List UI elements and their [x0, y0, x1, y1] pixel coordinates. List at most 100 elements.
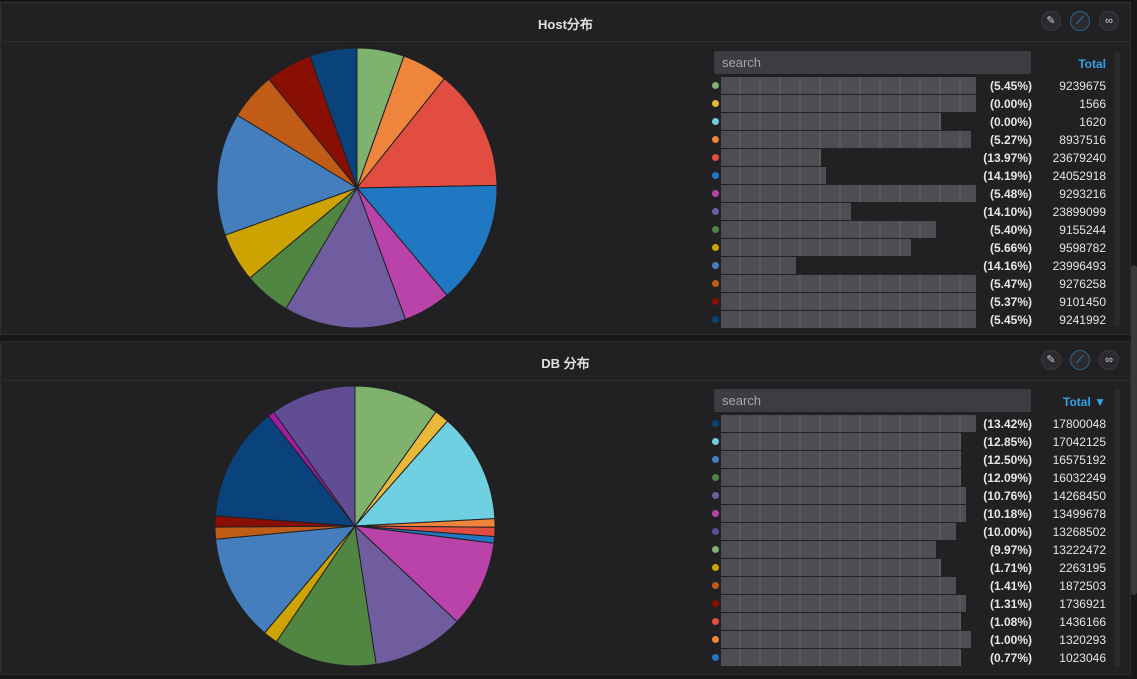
- legend-scrollbar[interactable]: [1114, 389, 1120, 667]
- series-percent: (1.41%): [989, 579, 1032, 593]
- legend-item[interactable]: (5.40%) 9155244: [707, 221, 1112, 239]
- legend-item[interactable]: (13.42%) 17800048: [707, 415, 1112, 433]
- series-total: 16032249: [1052, 471, 1106, 485]
- legend-item[interactable]: (14.19%) 24052918: [707, 167, 1112, 185]
- series-color-swatch[interactable]: [712, 298, 719, 305]
- legend-item[interactable]: (5.45%) 9239675: [707, 77, 1112, 95]
- legend-item[interactable]: (0.77%) 1023046: [707, 649, 1112, 667]
- series-percent: (5.66%): [989, 241, 1032, 255]
- series-percent: (5.48%): [989, 187, 1032, 201]
- series-color-swatch[interactable]: [712, 456, 719, 463]
- legend-item[interactable]: (5.47%) 9276258: [707, 275, 1112, 293]
- series-color-swatch[interactable]: [712, 492, 719, 499]
- legend-item[interactable]: (1.00%) 1320293: [707, 631, 1112, 649]
- legend-scrollbar[interactable]: [1114, 51, 1120, 327]
- redacted-series-name: [721, 613, 961, 630]
- series-total: 9101450: [1059, 295, 1106, 309]
- redacted-series-name: [721, 505, 966, 522]
- total-column-header[interactable]: Total: [1078, 57, 1106, 71]
- legend-item[interactable]: (0.00%) 1620: [707, 113, 1112, 131]
- legend-item[interactable]: (14.10%) 23899099: [707, 203, 1112, 221]
- series-color-swatch[interactable]: [712, 280, 719, 287]
- legend-item[interactable]: (13.97%) 23679240: [707, 149, 1112, 167]
- series-color-swatch[interactable]: [712, 154, 719, 161]
- series-total: 1566: [1079, 97, 1106, 111]
- series-percent: (1.00%): [989, 633, 1032, 647]
- page-scrollbar[interactable]: [1131, 265, 1137, 595]
- legend-item[interactable]: (5.27%) 8937516: [707, 131, 1112, 149]
- series-total: 16575192: [1052, 453, 1106, 467]
- series-color-swatch[interactable]: [712, 208, 719, 215]
- search-input[interactable]: [714, 389, 1031, 412]
- series-color-swatch[interactable]: [712, 262, 719, 269]
- legend-item[interactable]: (10.00%) 13268502: [707, 523, 1112, 541]
- series-total: 17800048: [1052, 417, 1106, 431]
- total-column-header[interactable]: Total ▼: [1063, 395, 1106, 409]
- search-input[interactable]: [714, 51, 1031, 74]
- legend-item[interactable]: (1.71%) 2263195: [707, 559, 1112, 577]
- legend-item[interactable]: (9.97%) 13222472: [707, 541, 1112, 559]
- series-total: 1320293: [1059, 633, 1106, 647]
- series-color-swatch[interactable]: [712, 316, 719, 323]
- legend-item[interactable]: (1.08%) 1436166: [707, 613, 1112, 631]
- series-percent: (0.00%): [989, 97, 1032, 111]
- series-color-swatch[interactable]: [712, 528, 719, 535]
- legend-item[interactable]: (1.31%) 1736921: [707, 595, 1112, 613]
- series-percent: (5.45%): [989, 313, 1032, 327]
- legend-item[interactable]: (1.41%) 1872503: [707, 577, 1112, 595]
- series-percent: (5.47%): [989, 277, 1032, 291]
- legend-item[interactable]: (14.16%) 23996493: [707, 257, 1112, 275]
- chart-icon[interactable]: ⟋: [1070, 11, 1090, 31]
- legend-item[interactable]: (5.37%) 9101450: [707, 293, 1112, 311]
- redacted-series-name: [721, 577, 956, 594]
- series-color-swatch[interactable]: [712, 474, 719, 481]
- series-color-swatch[interactable]: [712, 600, 719, 607]
- legend-item[interactable]: (12.09%) 16032249: [707, 469, 1112, 487]
- legend-item[interactable]: (5.45%) 9241992: [707, 311, 1112, 329]
- series-color-swatch[interactable]: [712, 82, 719, 89]
- legend-item[interactable]: (12.85%) 17042125: [707, 433, 1112, 451]
- series-color-swatch[interactable]: [712, 618, 719, 625]
- series-color-swatch[interactable]: [712, 136, 719, 143]
- redacted-series-name: [721, 469, 961, 486]
- legend-item[interactable]: (5.66%) 9598782: [707, 239, 1112, 257]
- link-icon[interactable]: ∞: [1099, 11, 1119, 31]
- redacted-series-name: [721, 77, 976, 94]
- legend-item[interactable]: (0.00%) 1566: [707, 95, 1112, 113]
- series-percent: (13.97%): [983, 151, 1032, 165]
- series-total: 9293216: [1059, 187, 1106, 201]
- series-color-swatch[interactable]: [712, 190, 719, 197]
- series-color-swatch[interactable]: [712, 420, 719, 427]
- series-color-swatch[interactable]: [712, 546, 719, 553]
- series-color-swatch[interactable]: [712, 226, 719, 233]
- host-pie-chart[interactable]: [1, 3, 701, 336]
- series-color-swatch[interactable]: [712, 118, 719, 125]
- host-distribution-panel: Host分布 ✎ ⟋ ∞ Total (5.45%)9239675(0.00%)…: [0, 2, 1131, 335]
- series-color-swatch[interactable]: [712, 100, 719, 107]
- link-icon[interactable]: ∞: [1099, 350, 1119, 370]
- redacted-series-name: [721, 415, 976, 432]
- series-percent: (5.37%): [989, 295, 1032, 309]
- legend-item[interactable]: (10.76%) 14268450: [707, 487, 1112, 505]
- legend-item[interactable]: (12.50%) 16575192: [707, 451, 1112, 469]
- series-color-swatch[interactable]: [712, 564, 719, 571]
- series-color-swatch[interactable]: [712, 438, 719, 445]
- redacted-series-name: [721, 221, 936, 238]
- legend-item[interactable]: (5.48%) 9293216: [707, 185, 1112, 203]
- series-color-swatch[interactable]: [712, 172, 719, 179]
- series-color-swatch[interactable]: [712, 510, 719, 517]
- series-total: 8937516: [1059, 133, 1106, 147]
- db-pie-chart[interactable]: [1, 342, 701, 676]
- edit-icon[interactable]: ✎: [1041, 11, 1061, 31]
- series-percent: (12.85%): [983, 435, 1032, 449]
- series-color-swatch[interactable]: [712, 582, 719, 589]
- series-color-swatch[interactable]: [712, 654, 719, 661]
- series-color-swatch[interactable]: [712, 636, 719, 643]
- series-percent: (10.76%): [983, 489, 1032, 503]
- series-color-swatch[interactable]: [712, 244, 719, 251]
- chart-icon[interactable]: ⟋: [1070, 350, 1090, 370]
- redacted-series-name: [721, 167, 826, 184]
- series-total: 23996493: [1052, 259, 1106, 273]
- legend-item[interactable]: (10.18%) 13499678: [707, 505, 1112, 523]
- edit-icon[interactable]: ✎: [1041, 350, 1061, 370]
